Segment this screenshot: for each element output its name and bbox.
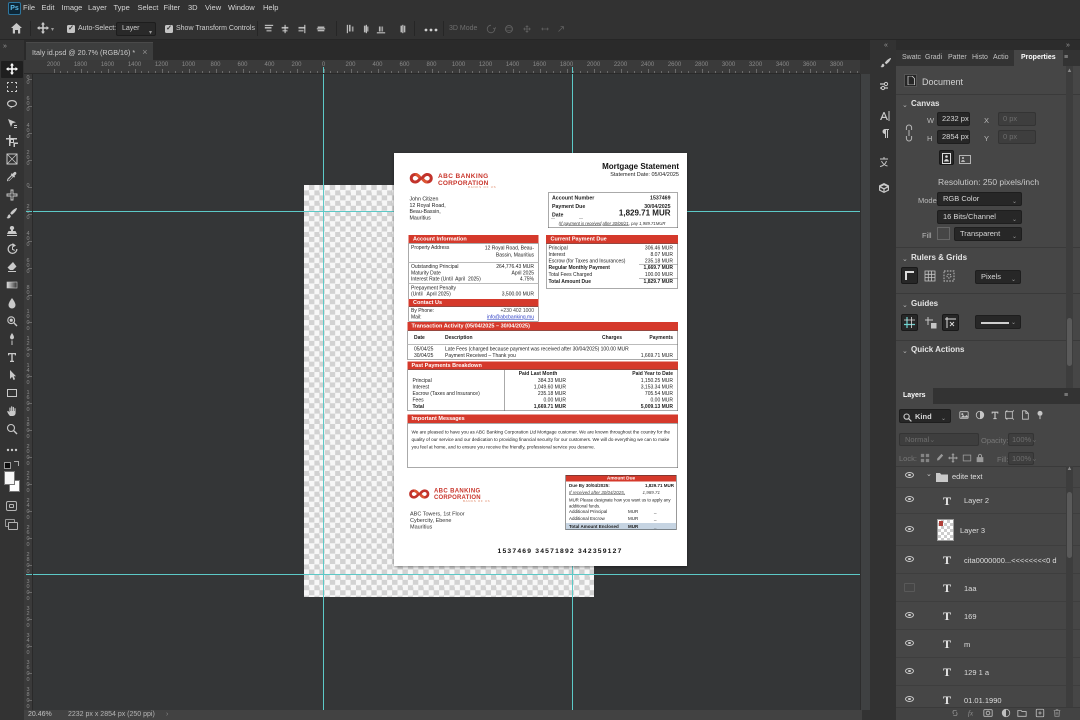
svg-text:fx: fx xyxy=(968,709,974,718)
